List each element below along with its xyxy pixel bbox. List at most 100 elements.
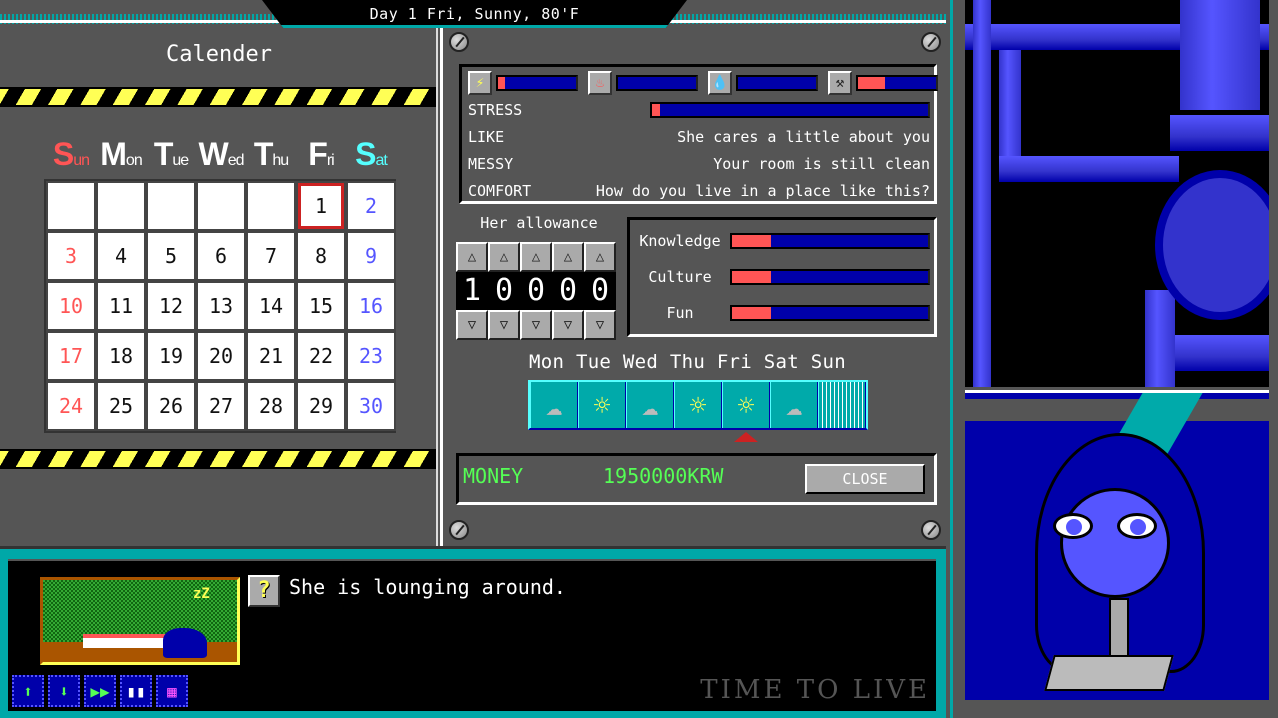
calendar-day[interactable]: 24: [46, 381, 96, 431]
calendar-day[interactable]: 22: [296, 331, 346, 381]
calendar-day[interactable]: 29: [296, 381, 346, 431]
decrement-digit-button[interactable]: ▽: [552, 310, 584, 340]
hazard-stripe-bottom: [0, 449, 436, 469]
weekday-rest: un: [73, 152, 90, 169]
allowance-up-row: △ △ △ △ △: [456, 242, 616, 272]
skill-bar-fill: [732, 271, 772, 283]
calendar-day[interactable]: 3: [46, 231, 96, 281]
screw-icon: [921, 32, 941, 52]
allowance-digit: 0: [558, 273, 578, 308]
stat-bar-fill: [498, 77, 506, 89]
message-frame: zZ ? She is lounging around. ⬆ ⬇ ▶▶ ▮▮ ▦ TIM…: [0, 546, 946, 718]
like-value: She cares a little about you: [677, 128, 930, 146]
calendar-day-today[interactable]: 1: [296, 181, 346, 231]
calendar-day[interactable]: 26: [146, 381, 196, 431]
calendar-day[interactable]: 27: [196, 381, 246, 431]
schedule-icon[interactable]: ▦: [156, 675, 188, 707]
water-drop-icon: 💧: [708, 71, 732, 95]
calendar-day[interactable]: 8: [296, 231, 346, 281]
stress-label: STRESS: [468, 101, 523, 119]
weekly-forecast: ☁ ☼ ☁ ☼ ☼ ☁: [528, 380, 868, 430]
weekday-label: Wed: [196, 136, 246, 173]
fast-forward-icon[interactable]: ▶▶: [84, 675, 116, 707]
comfort-label: COMFORT: [468, 182, 532, 200]
calendar-day[interactable]: 12: [146, 281, 196, 331]
calendar-day[interactable]: 7: [246, 231, 296, 281]
calendar-empty-cell: [46, 181, 96, 231]
weekday-initial: S: [52, 136, 74, 172]
weekday-initial: S: [355, 136, 376, 172]
allowance-label: Her allowance: [480, 214, 598, 232]
money-value: 1950000KRW: [603, 464, 724, 488]
messy-row: MESSY Your room is still clean: [468, 155, 930, 173]
question-icon[interactable]: ?: [248, 575, 280, 607]
calendar-panel: Calender Sun Mon Tue Wed Thu Fri Sat 123456789…: [0, 28, 438, 546]
skill-bar-fill: [732, 235, 772, 247]
calendar-day[interactable]: 13: [196, 281, 246, 331]
increment-digit-button[interactable]: △: [520, 242, 552, 272]
allowance-down-row: ▽ ▽ ▽ ▽ ▽: [456, 310, 616, 340]
game-logo: TIME TO LIVE: [700, 675, 930, 705]
messy-label: MESSY: [468, 155, 514, 173]
decrement-digit-button[interactable]: ▽: [488, 310, 520, 340]
skill-row-culture: Culture: [630, 268, 934, 286]
decrement-digit-button[interactable]: ▽: [584, 310, 616, 340]
weekday-header: Sun Mon Tue Wed Thu Fri Sat: [46, 136, 396, 173]
decrement-digit-button[interactable]: ▽: [456, 310, 488, 340]
increment-digit-button[interactable]: △: [456, 242, 488, 272]
increment-digit-button[interactable]: △: [488, 242, 520, 272]
calendar-day[interactable]: 6: [196, 231, 246, 281]
forecast-days-label: Mon Tue Wed Thu Fri Sat Sun: [529, 351, 846, 373]
calendar-day[interactable]: 15: [296, 281, 346, 331]
book-icon[interactable]: ▮▮: [120, 675, 152, 707]
scene-character-hair: [163, 628, 207, 658]
calendar-day[interactable]: 21: [246, 331, 296, 381]
decrement-digit-button[interactable]: ▽: [520, 310, 552, 340]
message-text: She is lounging around.: [289, 575, 566, 599]
calendar-day[interactable]: 9: [346, 231, 396, 281]
calendar-day[interactable]: 28: [246, 381, 296, 431]
calendar-empty-cell: [96, 181, 146, 231]
calendar-day[interactable]: 10: [46, 281, 96, 331]
calendar-day[interactable]: 11: [96, 281, 146, 331]
calendar-day[interactable]: 30: [346, 381, 396, 431]
weekday-initial: W: [198, 136, 229, 172]
pipe: [1145, 290, 1175, 387]
scene-character-body: [83, 634, 173, 648]
save-icon[interactable]: ⬆: [12, 675, 44, 707]
like-label: LIKE: [468, 128, 505, 146]
skill-row-knowledge: Knowledge: [630, 232, 934, 250]
toolbar: ⬆ ⬇ ▶▶ ▮▮ ▦: [12, 675, 188, 707]
calendar-day[interactable]: 25: [96, 381, 146, 431]
stress-bar-fill: [652, 104, 661, 116]
character-portrait: [965, 390, 1269, 718]
calendar-day[interactable]: 23: [346, 331, 396, 381]
money-box: MONEY 1950000KRW CLOSE: [456, 453, 937, 505]
sunny-weather-icon: ☼: [578, 382, 626, 428]
calendar-day[interactable]: 2: [346, 181, 396, 231]
calendar-day[interactable]: 14: [246, 281, 296, 331]
weekday-initial: T: [153, 136, 174, 172]
energy-icon: ⚡: [468, 71, 492, 95]
skill-bar: [730, 305, 930, 321]
calendar-day[interactable]: 19: [146, 331, 196, 381]
increment-digit-button[interactable]: △: [552, 242, 584, 272]
screw-icon: [449, 32, 469, 52]
message-box: zZ ? She is lounging around. ⬆ ⬇ ▶▶ ▮▮ ▦ TIM…: [8, 559, 936, 711]
weekday-label: Tue: [146, 136, 196, 173]
joystick-base: [1044, 655, 1174, 691]
calendar-day[interactable]: 18: [96, 331, 146, 381]
increment-digit-button[interactable]: △: [584, 242, 616, 272]
calendar-day[interactable]: 20: [196, 331, 246, 381]
close-button[interactable]: CLOSE: [805, 464, 925, 494]
cloudy-weather-icon: ☁: [530, 382, 578, 428]
load-icon[interactable]: ⬇: [48, 675, 80, 707]
calendar-day[interactable]: 17: [46, 331, 96, 381]
calendar-empty-cell: [196, 181, 246, 231]
calendar-day[interactable]: 5: [146, 231, 196, 281]
sleep-icon: zZ: [193, 586, 210, 602]
allowance-digits: 10000: [456, 272, 616, 310]
allowance-digit: 0: [526, 273, 546, 308]
calendar-day[interactable]: 16: [346, 281, 396, 331]
calendar-day[interactable]: 4: [96, 231, 146, 281]
